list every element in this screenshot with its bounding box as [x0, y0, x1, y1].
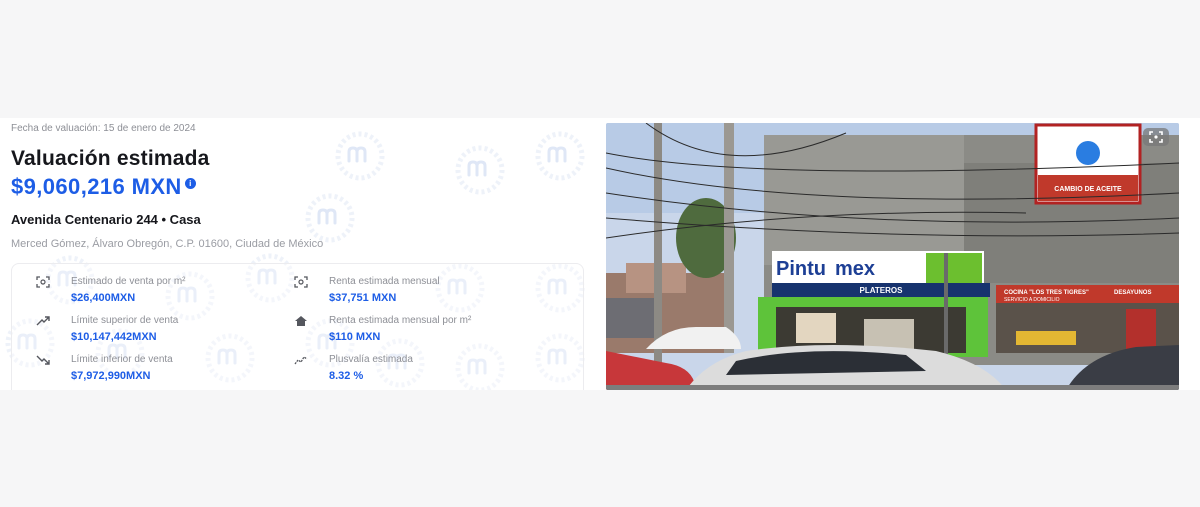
- stat-label: Plusvalía estimada: [329, 354, 413, 365]
- property-address: Avenida Centenario 244 • Casa: [11, 212, 201, 227]
- stat-value: $37,751 MXN: [329, 292, 397, 304]
- stats-card: Estimado de venta por m² $26,400MXN Rent…: [11, 263, 584, 390]
- page-title: Valuación estimada: [11, 147, 210, 170]
- valuation-date-label: Fecha de valuación:: [11, 123, 101, 134]
- restaurant-sub: SERVICIO A DOMICILIO: [1004, 297, 1060, 303]
- fullscreen-icon: [1149, 131, 1163, 143]
- property-photo[interactable]: CAMBIO DE ACEITE Pintu mex PLATEROS COCI…: [606, 123, 1179, 390]
- monthly-rent-icon: [294, 276, 308, 288]
- stat-value: $10,147,442MXN: [71, 331, 157, 343]
- pintumex-sign: Pintu mex PLATEROS: [772, 251, 990, 297]
- valuation-date: Fecha de valuación: 15 de enero de 2024: [11, 123, 196, 134]
- trend-down-icon: [36, 355, 50, 365]
- property-location: Merced Gómez, Álvaro Obregón, C.P. 01600…: [11, 238, 324, 250]
- stat-label: Límite inferior de venta: [71, 354, 173, 365]
- stat-label: Límite superior de venta: [71, 315, 179, 326]
- restaurant-name: COCINA "LOS TRES TIGRES": [1004, 290, 1089, 296]
- street-view-image: CAMBIO DE ACEITE Pintu mex PLATEROS COCI…: [606, 123, 1179, 390]
- stat-label: Renta estimada mensual: [329, 276, 440, 287]
- stat-label: Renta estimada mensual por m²: [329, 315, 472, 326]
- oil-change-text: CAMBIO DE ACEITE: [1054, 186, 1122, 193]
- desayunos-text: DESAYUNOS: [1114, 290, 1151, 296]
- estimated-price: $9,060,216 MXN: [11, 174, 182, 199]
- stat-label: Estimado de venta por m²: [71, 276, 186, 287]
- sale-price-per-m2-icon: [36, 276, 50, 288]
- estimated-price-row: $9,060,216 MXN i: [11, 174, 196, 200]
- utility-pole: [724, 123, 734, 353]
- appreciation-icon: [294, 356, 308, 365]
- store-name-part1: Pintu: [776, 258, 826, 280]
- stat-value: $7,972,990MXN: [71, 370, 151, 382]
- restaurant-sign: COCINA "LOS TRES TIGRES" SERVICIO A DOMI…: [996, 285, 1179, 303]
- valuation-panel: Fecha de valuación: 15 de enero de 2024 …: [0, 118, 1200, 390]
- valuation-summary: Fecha de valuación: 15 de enero de 2024 …: [0, 118, 600, 390]
- store-name-part2: mex: [835, 258, 875, 280]
- stat-value: $26,400MXN: [71, 292, 136, 304]
- valuation-date-value: 15 de enero de 2024: [103, 123, 196, 134]
- oil-change-sign: CAMBIO DE ACEITE: [1034, 123, 1142, 205]
- stat-value: 8.32 %: [329, 370, 364, 382]
- info-icon[interactable]: i: [184, 178, 196, 189]
- store-subtitle: PLATEROS: [860, 286, 904, 295]
- expand-photo-button[interactable]: [1143, 128, 1169, 146]
- trend-up-icon: [36, 316, 50, 326]
- home-icon: [295, 316, 307, 326]
- stat-value: $110 MXN: [329, 331, 381, 343]
